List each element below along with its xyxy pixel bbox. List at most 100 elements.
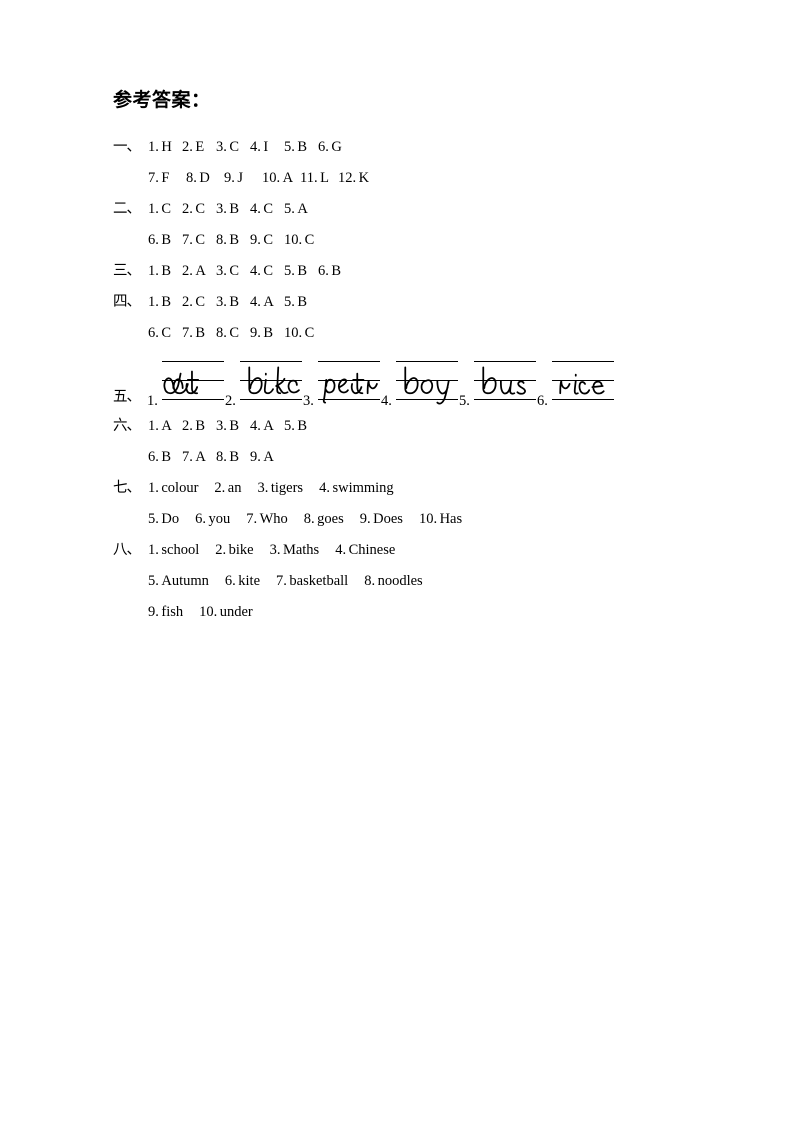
answer-item-list: 9. fish 10. under: [148, 597, 253, 628]
answer-value: colour: [161, 480, 199, 496]
answer-item-list: 6. C 7. B 8. C 9. B 10. C: [148, 318, 318, 349]
answer-item: 4. A: [250, 287, 284, 318]
answer-value: B: [161, 449, 172, 465]
answer-row: 二、 1. C 2. C 3. B 4. C 5. A: [113, 194, 713, 225]
answer-item: 4. C: [250, 256, 284, 287]
section-2: 二、 1.C2.C3.B4.C5.A二、6.B7.C8.B9.C10.C: [113, 194, 713, 256]
answer-item: 3. B: [216, 287, 250, 318]
handwritten-word: [553, 363, 615, 403]
answer-value: C: [229, 263, 240, 279]
answer-item: 6. kite: [225, 566, 260, 597]
answer-value: B: [229, 449, 240, 465]
answer-item-list: 5. Do 6. you 7. Who 8. goes 9. Does 10. Has: [148, 504, 462, 535]
answer-item: 10. C: [284, 318, 318, 349]
answer-value: fish: [161, 604, 184, 620]
answer-number: 3.: [216, 139, 227, 155]
answer-number: 2.: [182, 418, 193, 434]
answer-number: 4.: [250, 201, 261, 217]
guide-line: [552, 361, 614, 362]
section-label: 四、: [113, 294, 141, 310]
answer-value: an: [227, 480, 242, 496]
answer-item: 4. swimming: [319, 473, 394, 504]
answer-number: 1.: [148, 480, 159, 496]
answer-item: 5. B: [284, 256, 318, 287]
answer-item: 9. J: [224, 163, 262, 194]
answer-number: 1.: [148, 201, 159, 217]
answer-item: 5. A: [284, 194, 318, 225]
answer-item: 6. C: [148, 318, 182, 349]
answer-item-list: 6. B 7. C 8. B 9. C 10. C: [148, 225, 318, 256]
answer-item: 11. L: [300, 163, 338, 194]
answer-item: 7. A: [182, 442, 216, 473]
answer-value: swimming: [332, 480, 394, 496]
answer-value: J: [237, 170, 244, 186]
answer-number: 10.: [284, 232, 303, 248]
guide-line: [474, 361, 536, 362]
section-label: 二、: [113, 201, 141, 217]
handwriting-slot: 3.: [303, 351, 381, 409]
answer-item: 1. B: [148, 256, 182, 287]
answer-number: 10.: [199, 604, 218, 620]
answer-item: 3. B: [216, 411, 250, 442]
answer-number: 8.: [186, 170, 197, 186]
answer-number: 8.: [303, 511, 315, 527]
section-label: 八、: [113, 542, 141, 558]
answer-number: 4.: [250, 418, 261, 434]
answer-value: A: [263, 418, 274, 434]
guide-line: [318, 361, 380, 362]
answer-number: 9.: [148, 604, 159, 620]
answer-item: 9. Does: [360, 504, 403, 535]
handwritten-word: [163, 363, 225, 403]
guide-line: [396, 361, 458, 362]
handwritten-word: [475, 363, 537, 403]
answer-number: 7.: [182, 449, 193, 465]
answer-number: 5.: [284, 418, 295, 434]
answer-value: Has: [439, 511, 463, 527]
answer-row: 八、5.Autumn6.kite7.basketball8.noodles: [113, 566, 713, 597]
guide-line: [240, 361, 302, 362]
answer-value: noodles: [377, 573, 423, 589]
answer-value: B: [263, 325, 274, 341]
answer-value: Do: [161, 511, 180, 527]
answer-value: K: [358, 170, 370, 186]
answer-item-list: 1. B 2. A 3. C 4. C 5. B 6. B: [148, 256, 352, 287]
answer-item: 6. B: [318, 256, 352, 287]
answer-value: Maths: [282, 542, 320, 558]
answer-item-list: 7. F 8. D 9. J 10. A 11. L 12. K: [148, 163, 376, 194]
answer-item: 4. I: [250, 132, 284, 163]
section-label: 三、: [113, 263, 141, 279]
answer-value: basketball: [289, 573, 349, 589]
answer-item: 6. B: [148, 442, 182, 473]
answer-row: 三、 1. B 2. A 3. C 4. C 5. B 6. B: [113, 256, 713, 287]
section-6: 六、1.A2.B3.B4.A5.B六、6.B7.A8.B9.A: [113, 411, 713, 473]
answer-item: 9. C: [250, 225, 284, 256]
answer-item: 1. H: [148, 132, 182, 163]
answer-number: 5.: [148, 511, 159, 527]
answer-item-list: 1. H 2. E 3. C 4. I 5. B 6. G: [148, 132, 352, 163]
answer-item: 9. A: [250, 442, 284, 473]
answer-row: 二、6.B7.C8.B9.C10.C: [113, 225, 713, 256]
answer-value: B: [229, 418, 240, 434]
answer-item-list: 1. C 2. C 3. B 4. C 5. A: [148, 194, 318, 225]
answer-item: 4. C: [250, 194, 284, 225]
section-label: 六、: [113, 418, 141, 434]
answer-item: 6. you: [195, 504, 230, 535]
answer-value: B: [297, 418, 308, 434]
answer-value: C: [229, 325, 240, 341]
answer-number: 4.: [319, 480, 330, 496]
answer-number: 4.: [335, 542, 347, 558]
answer-number: 2.: [182, 294, 193, 310]
answer-number: 1.: [148, 294, 159, 310]
answer-value: D: [199, 170, 210, 186]
answer-number: 5.: [148, 573, 159, 589]
answer-item: 3. B: [216, 194, 250, 225]
answer-number: 12.: [338, 170, 357, 186]
answer-item: 1. school: [148, 535, 199, 566]
answer-item: 3. tigers: [257, 473, 303, 504]
answer-number: 6.: [148, 325, 159, 341]
answer-item: 6. B: [148, 225, 182, 256]
answer-item: 3. Maths: [270, 535, 320, 566]
answer-value: B: [331, 263, 342, 279]
answer-number: 1.: [148, 263, 159, 279]
answer-number: 3.: [216, 263, 227, 279]
